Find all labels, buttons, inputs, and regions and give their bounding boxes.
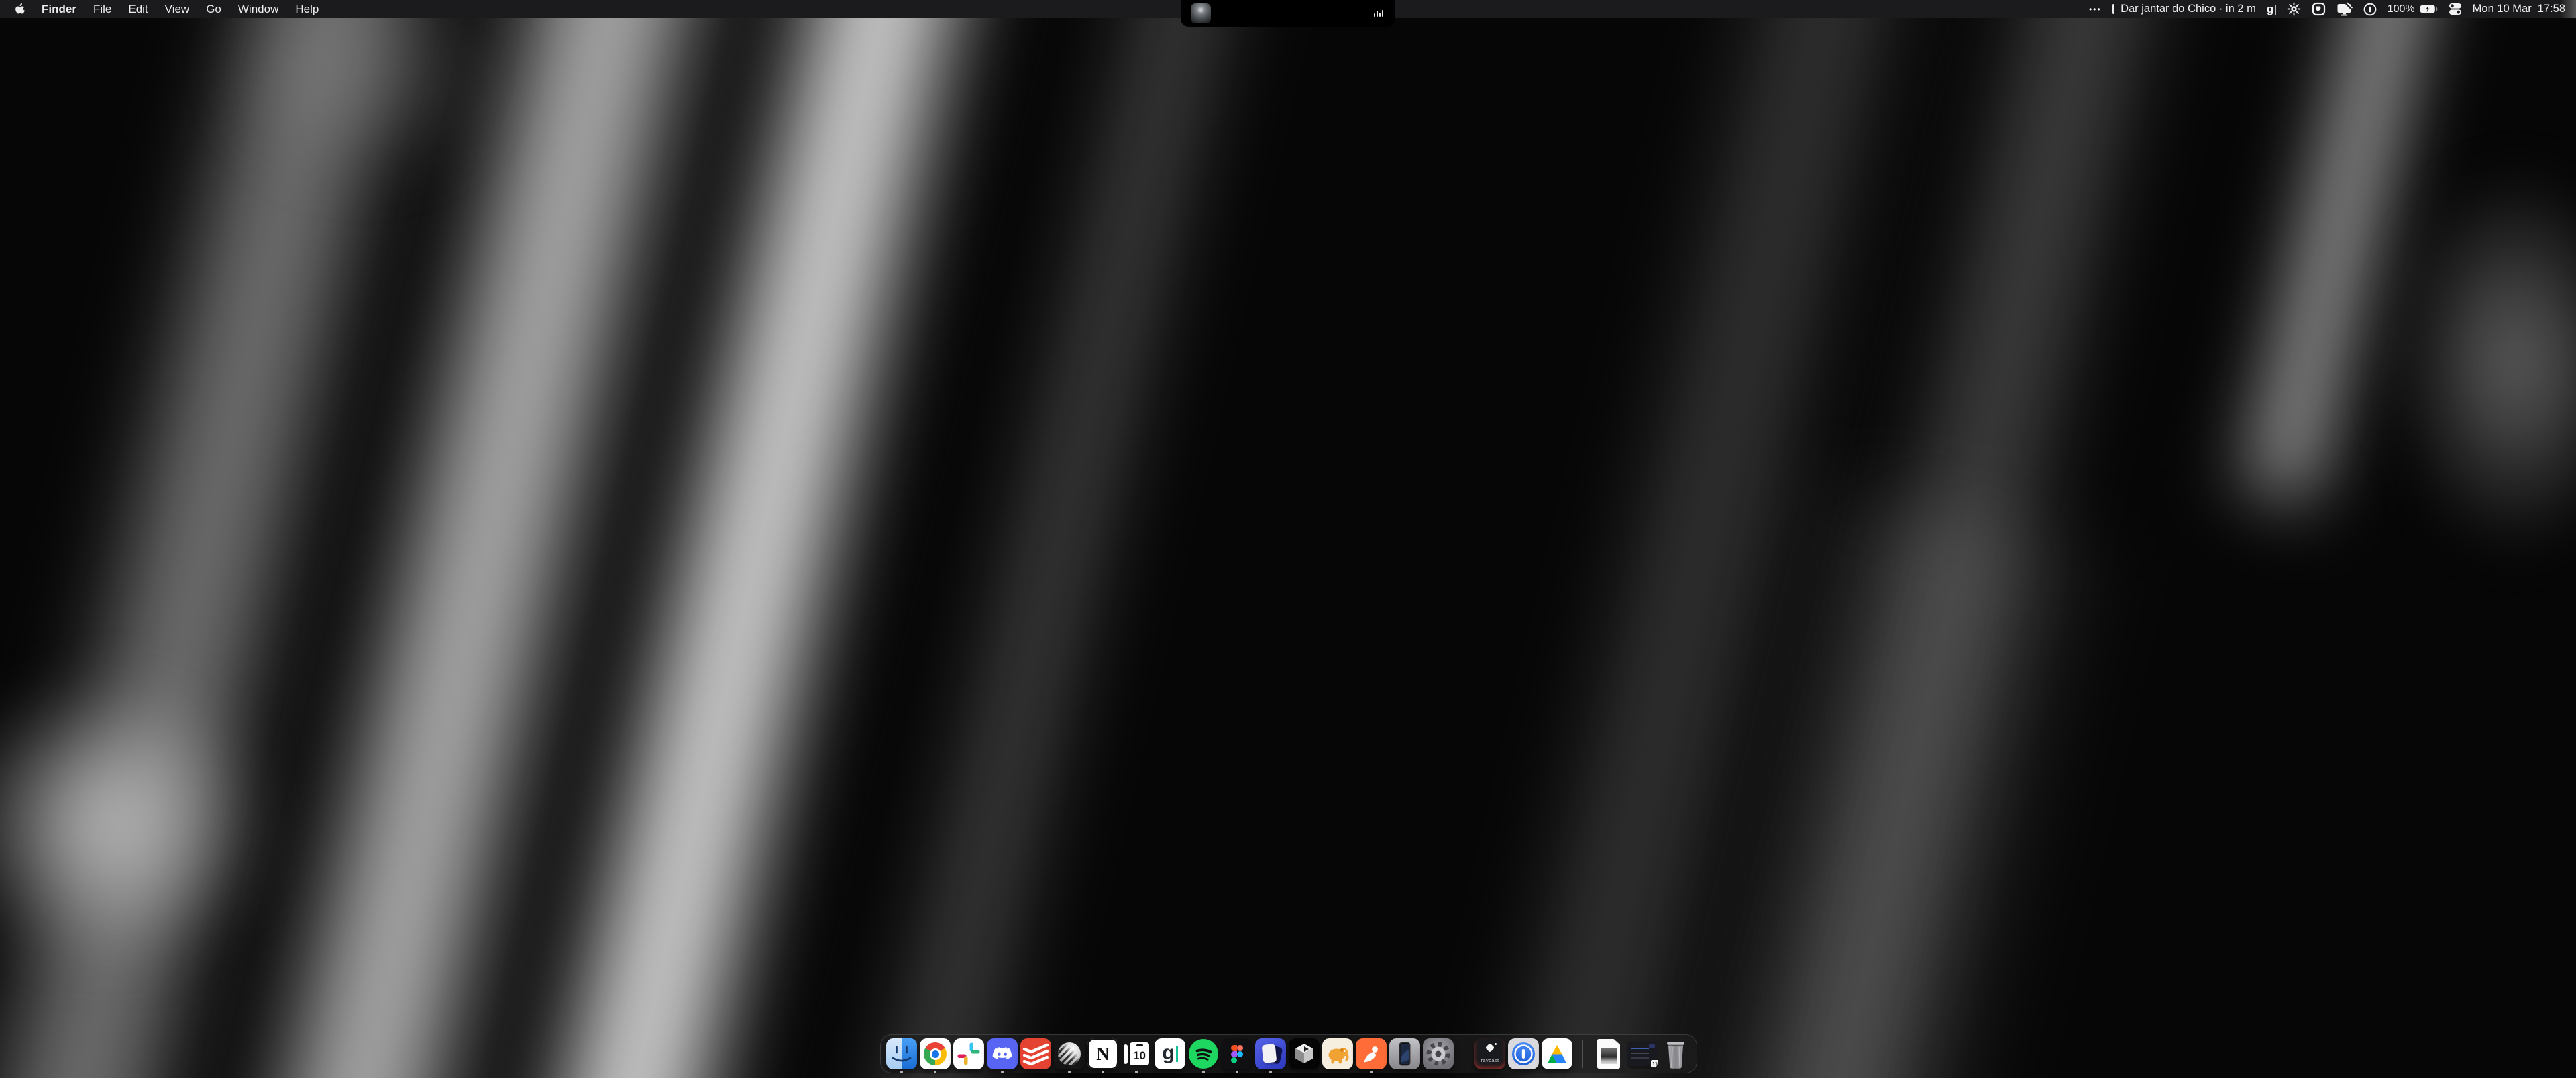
dock: N 10 g — [880, 1034, 1697, 1073]
running-indicator — [1135, 1071, 1138, 1073]
dock-item-discord[interactable] — [987, 1038, 1018, 1073]
dock-item-notion[interactable]: N — [1087, 1038, 1118, 1073]
running-indicator — [1202, 1071, 1205, 1073]
dock-item-iphone-mirroring[interactable] — [1389, 1038, 1420, 1073]
dock-item-trash[interactable] — [1660, 1038, 1691, 1073]
postman-icon — [1356, 1038, 1387, 1069]
sunburst-icon[interactable] — [2287, 2, 2301, 16]
one-password-app-icon — [1508, 1038, 1539, 1069]
date-text: Mon 10 Mar — [2473, 3, 2532, 15]
raycast-icon: raycast — [1474, 1038, 1505, 1069]
control-center-icon[interactable] — [2449, 3, 2462, 15]
menubar-translucency-glow — [2560, 0, 2576, 18]
display-icon[interactable] — [2337, 2, 2353, 16]
dock-item-finder[interactable] — [886, 1038, 917, 1073]
dock-separator — [1456, 1038, 1472, 1073]
notion-calendar-icon: 10 — [1121, 1038, 1152, 1069]
chrome-icon — [920, 1038, 951, 1069]
dock-item-google-drive[interactable] — [1542, 1038, 1572, 1073]
todoist-icon — [1020, 1038, 1051, 1069]
notion-icon: N — [1087, 1038, 1118, 1069]
postico-elephant-icon — [1322, 1038, 1353, 1069]
iphone-mirroring-icon — [1389, 1038, 1420, 1069]
screenshot-app-badge: 11 — [1650, 1059, 1658, 1068]
dock-item-cards-app[interactable] — [1255, 1038, 1286, 1073]
menu-go[interactable]: Go — [206, 0, 221, 18]
running-indicator — [1236, 1071, 1238, 1073]
dock-item-document-file[interactable] — [1593, 1038, 1624, 1073]
dock-item-figma[interactable] — [1222, 1038, 1252, 1073]
running-indicator — [1001, 1071, 1004, 1073]
cards-app-icon — [1255, 1038, 1286, 1069]
desktop: Finder File Edit View Go Window Help •••… — [0, 0, 2576, 1078]
running-indicator — [1068, 1071, 1071, 1073]
google-drive-icon — [1542, 1038, 1572, 1069]
app-pick-icon[interactable] — [2312, 2, 2326, 16]
finder-icon — [886, 1038, 917, 1069]
discord-icon — [987, 1038, 1018, 1069]
slack-icon — [953, 1038, 984, 1069]
battery-status[interactable]: 100% — [2387, 3, 2438, 15]
wallpaper — [0, 0, 2576, 1078]
dock-item-1password[interactable] — [1508, 1038, 1539, 1073]
system-settings-icon — [1423, 1038, 1454, 1069]
running-indicator — [1370, 1071, 1373, 1073]
dock-item-chrome[interactable] — [920, 1038, 951, 1073]
running-indicator — [1269, 1071, 1272, 1073]
document-file-icon — [1593, 1038, 1624, 1069]
calendar-event-reminder[interactable]: Dar jantar do Chico · in 2 m — [2112, 3, 2256, 15]
menu-file[interactable]: File — [93, 0, 111, 18]
grammarly-icon[interactable]: g — [2267, 3, 2276, 15]
running-indicator — [934, 1071, 936, 1073]
battery-percent: 100% — [2387, 3, 2415, 15]
dock-item-sphere-app[interactable] — [1054, 1038, 1085, 1073]
event-reminder-text: Dar jantar do Chico · in 2 m — [2121, 3, 2256, 15]
figma-icon — [1222, 1038, 1252, 1069]
menubar-overflow-button[interactable]: ••• — [2089, 5, 2102, 14]
menu-window[interactable]: Window — [238, 0, 278, 18]
running-indicator — [1102, 1071, 1104, 1073]
event-color-bar — [2112, 4, 2115, 14]
dock-item-raycast[interactable]: raycast — [1474, 1038, 1505, 1073]
grammarly-app-icon: g — [1155, 1038, 1185, 1069]
dock-item-slack[interactable] — [953, 1038, 984, 1073]
dock-item-notion-calendar[interactable]: 10 — [1121, 1038, 1152, 1073]
now-playing-album-art[interactable] — [1191, 3, 1211, 23]
dock-item-grammarly[interactable]: g — [1155, 1038, 1185, 1073]
battery-icon — [2420, 5, 2438, 13]
screenshot-thumbnail-icon: 11 — [1627, 1038, 1658, 1069]
dock-item-cube-app[interactable] — [1289, 1038, 1320, 1073]
dock-item-todoist[interactable] — [1020, 1038, 1051, 1073]
audio-level-bars-icon — [1374, 10, 1383, 17]
menu-help[interactable]: Help — [295, 0, 319, 18]
sphere-app-icon — [1054, 1038, 1085, 1069]
notch-media-widget[interactable] — [1181, 0, 1395, 27]
dock-separator — [1575, 1038, 1591, 1073]
dock-item-system-settings[interactable] — [1423, 1038, 1454, 1073]
menu-view[interactable]: View — [165, 0, 190, 18]
dock-item-screenshot-file[interactable]: 11 — [1627, 1038, 1658, 1073]
menu-finder[interactable]: Finder — [42, 0, 76, 18]
cube-app-icon — [1289, 1038, 1320, 1069]
running-indicator — [900, 1071, 903, 1073]
trash-icon — [1660, 1038, 1691, 1069]
menubar-clock[interactable]: Mon 10 Mar 17:58 — [2473, 3, 2565, 15]
menu-edit[interactable]: Edit — [128, 0, 148, 18]
one-password-icon[interactable] — [2363, 3, 2377, 16]
dock-item-postman[interactable] — [1356, 1038, 1387, 1073]
spotify-icon — [1188, 1038, 1219, 1069]
apple-menu-icon[interactable] — [15, 3, 25, 15]
dock-item-spotify[interactable] — [1188, 1038, 1219, 1073]
dock-item-postico[interactable] — [1322, 1038, 1353, 1073]
